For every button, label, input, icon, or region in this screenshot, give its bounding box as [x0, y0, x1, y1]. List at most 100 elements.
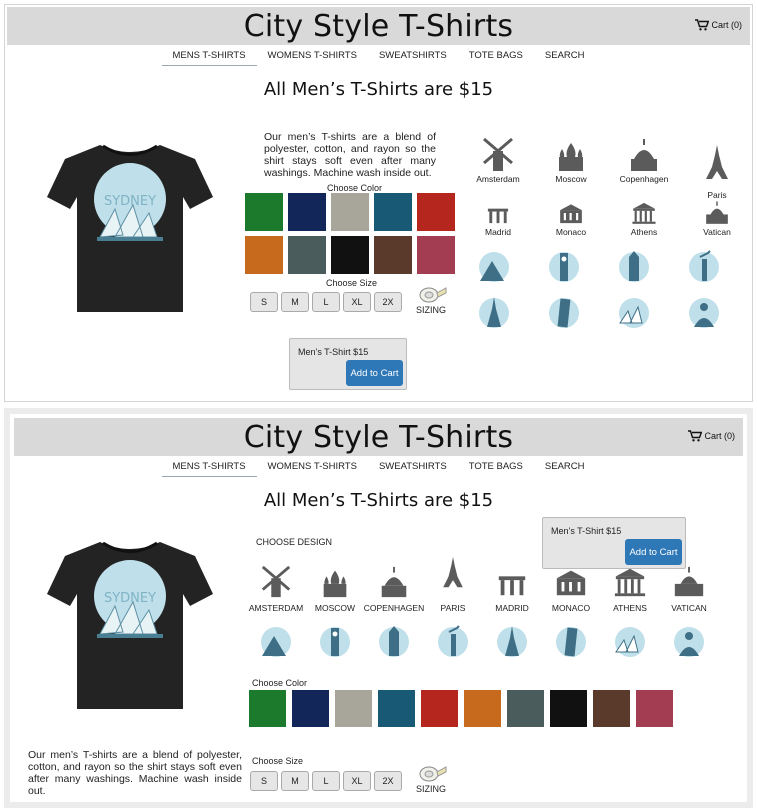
landmark-paris[interactable]: Paris	[689, 137, 745, 200]
nav-womens-tshirts[interactable]: WOMENS T-SHIRTS	[257, 47, 368, 66]
landmark-monaco[interactable]: MONACO	[543, 562, 599, 613]
cart-icon	[695, 19, 710, 31]
copenhagen-icon	[381, 566, 407, 598]
color-swatch-10[interactable]	[636, 690, 673, 727]
color-swatch-6[interactable]	[464, 690, 501, 727]
cart-link[interactable]: Cart (0)	[695, 19, 742, 31]
sizing-label: SIZING	[415, 305, 446, 315]
landmark-amsterdam[interactable]: Amsterdam	[470, 137, 526, 184]
choose-color-label: Choose Color	[327, 183, 383, 193]
size-button-2x[interactable]: 2X	[374, 292, 402, 312]
add-to-cart-button[interactable]: Add to Cart	[346, 360, 403, 386]
landmark-label: PARIS	[440, 603, 466, 613]
color-swatch-2[interactable]	[288, 193, 326, 231]
nav-womens-tshirts[interactable]: WOMENS T-SHIRTS	[257, 458, 368, 477]
color-swatch-7[interactable]	[288, 236, 326, 274]
color-swatch-8[interactable]	[550, 690, 587, 727]
nav-tote-bags[interactable]: TOTE BAGS	[458, 458, 534, 477]
page-heading: All Men’s T-Shirts are $15	[263, 79, 494, 100]
sizing-link[interactable]: SIZING	[415, 285, 447, 315]
design-sydney-opera-house[interactable]	[610, 622, 650, 662]
size-button-s[interactable]: S	[250, 292, 278, 312]
design-clock-tower[interactable]	[614, 247, 654, 287]
color-swatch-7[interactable]	[507, 690, 544, 727]
color-swatch-5[interactable]	[417, 193, 455, 231]
design-big-ben[interactable]	[315, 622, 355, 662]
color-swatch-10[interactable]	[417, 236, 455, 274]
landmark-label: Monaco	[555, 227, 587, 237]
design-eiffel-tower[interactable]	[474, 293, 514, 333]
color-swatch-1[interactable]	[249, 690, 286, 727]
moscow-icon	[323, 570, 347, 598]
color-swatch-9[interactable]	[374, 236, 412, 274]
nav-search[interactable]: SEARCH	[534, 47, 596, 66]
landmark-label: MONACO	[551, 603, 591, 613]
landmark-moscow[interactable]: MOSCOW	[307, 562, 363, 613]
design-buddha[interactable]	[684, 293, 724, 333]
color-swatch-3[interactable]	[331, 193, 369, 231]
design-mountain[interactable]	[474, 247, 514, 287]
landmark-madrid[interactable]: Madrid	[470, 200, 526, 237]
choose-color-label: Choose Color	[252, 678, 308, 688]
design-statue-of-liberty[interactable]	[684, 247, 724, 287]
design-eiffel-tower[interactable]	[492, 622, 532, 662]
monaco-icon	[556, 570, 586, 596]
color-swatch-8[interactable]	[331, 236, 369, 274]
size-button-s[interactable]: S	[250, 771, 278, 791]
landmark-label: Moscow	[555, 174, 587, 184]
nav-mens-tshirts[interactable]: MENS T-SHIRTS	[161, 458, 257, 477]
athens-icon	[614, 568, 646, 597]
design-buddha[interactable]	[669, 622, 709, 662]
size-button-l[interactable]: L	[312, 292, 340, 312]
color-swatch-2[interactable]	[292, 690, 329, 727]
color-swatch-4[interactable]	[378, 690, 415, 727]
header-bar: City Style T-Shirts Cart (0)	[14, 418, 743, 456]
color-swatch-5[interactable]	[421, 690, 458, 727]
product-description: Our men’s T-shirts are a blend of polyes…	[28, 749, 242, 797]
cart-link[interactable]: Cart (0)	[688, 430, 735, 442]
sizing-link[interactable]: SIZING	[415, 764, 447, 794]
measuring-tape-icon	[419, 287, 447, 303]
design-mountain[interactable]	[256, 622, 296, 662]
color-swatch-4[interactable]	[374, 193, 412, 231]
color-swatch-9[interactable]	[593, 690, 630, 727]
cart-item-text: Men’s T-Shirt $15	[298, 347, 369, 357]
design-big-ben[interactable]	[544, 247, 584, 287]
landmark-paris[interactable]: PARIS	[425, 544, 481, 613]
landmark-monaco[interactable]: Monaco	[543, 200, 599, 237]
landmark-vatican[interactable]: Vatican	[689, 200, 745, 237]
nav-sweatshirts[interactable]: SWEATSHIRTS	[368, 47, 458, 66]
size-button-m[interactable]: M	[281, 771, 309, 791]
landmark-vatican[interactable]: VATICAN	[661, 562, 717, 613]
nav-search[interactable]: SEARCH	[534, 458, 596, 477]
design-sydney-opera-house[interactable]	[614, 293, 654, 333]
shirt-print-text: SYDNEY	[104, 591, 156, 606]
landmark-amsterdam[interactable]: AMSTERDAM	[248, 562, 304, 613]
nav-sweatshirts[interactable]: SWEATSHIRTS	[368, 458, 458, 477]
design-clock-tower[interactable]	[374, 622, 414, 662]
landmark-moscow[interactable]: Moscow	[543, 137, 599, 184]
landmark-athens[interactable]: ATHENS	[602, 562, 658, 613]
landmark-athens[interactable]: Athens	[616, 200, 672, 237]
nav-mens-tshirts[interactable]: MENS T-SHIRTS	[161, 47, 257, 66]
size-button-xl[interactable]: XL	[343, 292, 371, 312]
design-leaning-tower[interactable]	[551, 622, 591, 662]
size-button-2x[interactable]: 2X	[374, 771, 402, 791]
nav-tote-bags[interactable]: TOTE BAGS	[458, 47, 534, 66]
size-button-l[interactable]: L	[312, 771, 340, 791]
size-button-xl[interactable]: XL	[343, 771, 371, 791]
sizing-label: SIZING	[415, 784, 446, 794]
size-button-m[interactable]: M	[281, 292, 309, 312]
color-swatch-3[interactable]	[335, 690, 372, 727]
landmark-madrid[interactable]: MADRID	[484, 562, 540, 613]
vatican-icon	[706, 201, 728, 224]
design-leaning-tower[interactable]	[544, 293, 584, 333]
landmark-label: Amsterdam	[476, 174, 520, 184]
design-statue-of-liberty[interactable]	[433, 622, 473, 662]
landmark-label: MOSCOW	[314, 603, 356, 613]
color-swatch-1[interactable]	[245, 193, 283, 231]
landmark-copenhagen[interactable]: Copenhagen	[616, 137, 672, 184]
color-swatch-6[interactable]	[245, 236, 283, 274]
landmark-copenhagen[interactable]: COPENHAGEN	[364, 562, 424, 613]
site-title: City Style T-Shirts	[243, 9, 514, 44]
